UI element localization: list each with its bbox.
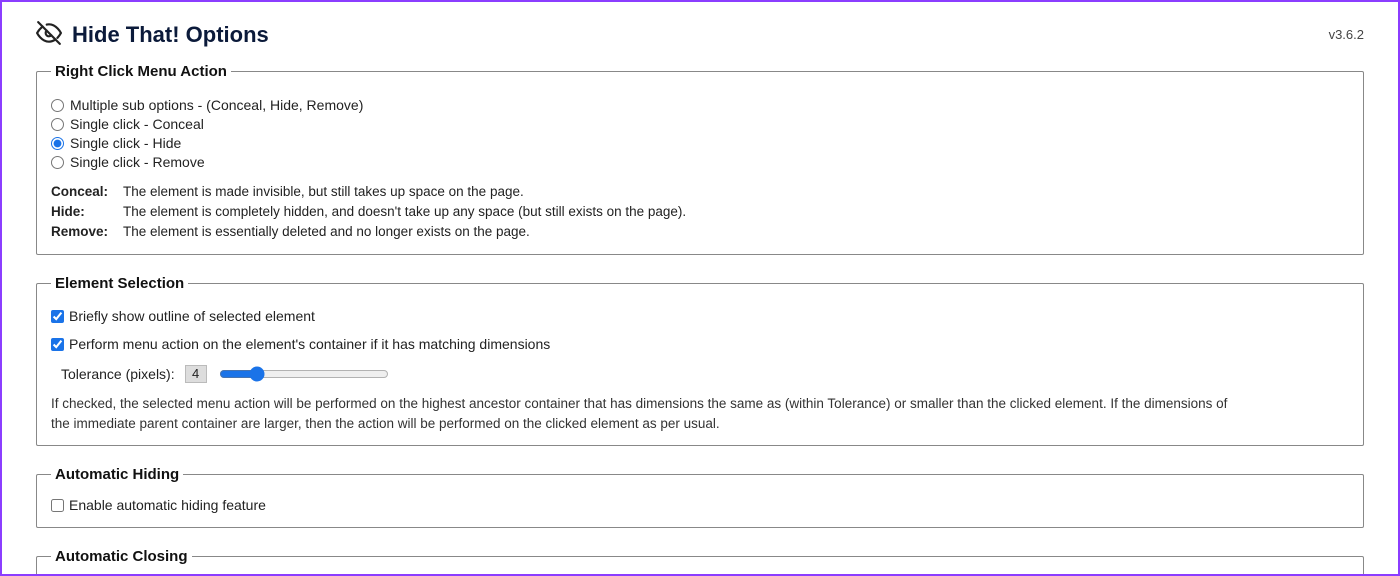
automatic-closing-fieldset: Automatic Closing Enable automatic closi… [36,548,1364,576]
radio-single-hide-input[interactable] [51,137,64,150]
radio-single-remove-input[interactable] [51,156,64,169]
right-click-legend: Right Click Menu Action [51,63,231,80]
automatic-closing-legend: Automatic Closing [51,548,192,565]
auto-hiding-check-input[interactable] [51,499,64,512]
auto-hiding-check-label: Enable automatic hiding feature [69,497,266,513]
container-check[interactable]: Perform menu action on the element's con… [51,336,1349,352]
radio-single-conceal[interactable]: Single click - Conceal [51,115,1349,134]
automatic-hiding-fieldset: Automatic Hiding Enable automatic hiding… [36,466,1364,528]
header: Hide That! Options v3.6.2 [36,20,1364,49]
radio-multi-sub-input[interactable] [51,99,64,112]
tolerance-slider[interactable] [219,366,389,382]
radio-multi-sub-label: Multiple sub options - (Conceal, Hide, R… [70,96,363,115]
auto-hiding-check[interactable]: Enable automatic hiding feature [51,497,1349,513]
definitions: Conceal: The element is made invisible, … [51,182,1349,243]
radio-multi-sub[interactable]: Multiple sub options - (Conceal, Hide, R… [51,96,1349,115]
radio-single-hide-label: Single click - Hide [70,134,181,153]
version-label: v3.6.2 [1329,27,1364,42]
radio-single-conceal-input[interactable] [51,118,64,131]
outline-check-label: Briefly show outline of selected element [69,308,315,324]
radio-single-remove[interactable]: Single click - Remove [51,153,1349,172]
def-remove-desc: The element is essentially deleted and n… [123,222,530,242]
right-click-menu-fieldset: Right Click Menu Action Multiple sub opt… [36,63,1364,255]
container-check-input[interactable] [51,338,64,351]
def-conceal-term: Conceal: [51,182,113,202]
title-wrap: Hide That! Options [36,20,269,49]
radio-single-remove-label: Single click - Remove [70,153,205,172]
def-conceal: Conceal: The element is made invisible, … [51,182,1349,202]
element-selection-legend: Element Selection [51,275,188,292]
def-hide-term: Hide: [51,202,113,222]
def-remove: Remove: The element is essentially delet… [51,222,1349,242]
right-click-radio-group: Multiple sub options - (Conceal, Hide, R… [51,96,1349,172]
page-title: Hide That! Options [72,22,269,48]
tolerance-row: Tolerance (pixels): 4 [61,364,1349,384]
radio-single-hide[interactable]: Single click - Hide [51,134,1349,153]
radio-single-conceal-label: Single click - Conceal [70,115,204,134]
element-selection-fieldset: Element Selection Briefly show outline o… [36,275,1364,446]
container-check-label: Perform menu action on the element's con… [69,336,550,352]
options-page: Hide That! Options v3.6.2 Right Click Me… [0,0,1400,576]
automatic-hiding-legend: Automatic Hiding [51,466,183,483]
def-hide-desc: The element is completely hidden, and do… [123,202,686,222]
outline-check-input[interactable] [51,310,64,323]
def-hide: Hide: The element is completely hidden, … [51,202,1349,222]
def-conceal-desc: The element is made invisible, but still… [123,182,524,202]
tolerance-value: 4 [185,365,207,383]
container-help-text: If checked, the selected menu action wil… [51,394,1231,433]
tolerance-label: Tolerance (pixels): [61,366,175,382]
def-remove-term: Remove: [51,222,113,242]
outline-check[interactable]: Briefly show outline of selected element [51,308,1349,324]
eye-off-icon [36,20,62,49]
